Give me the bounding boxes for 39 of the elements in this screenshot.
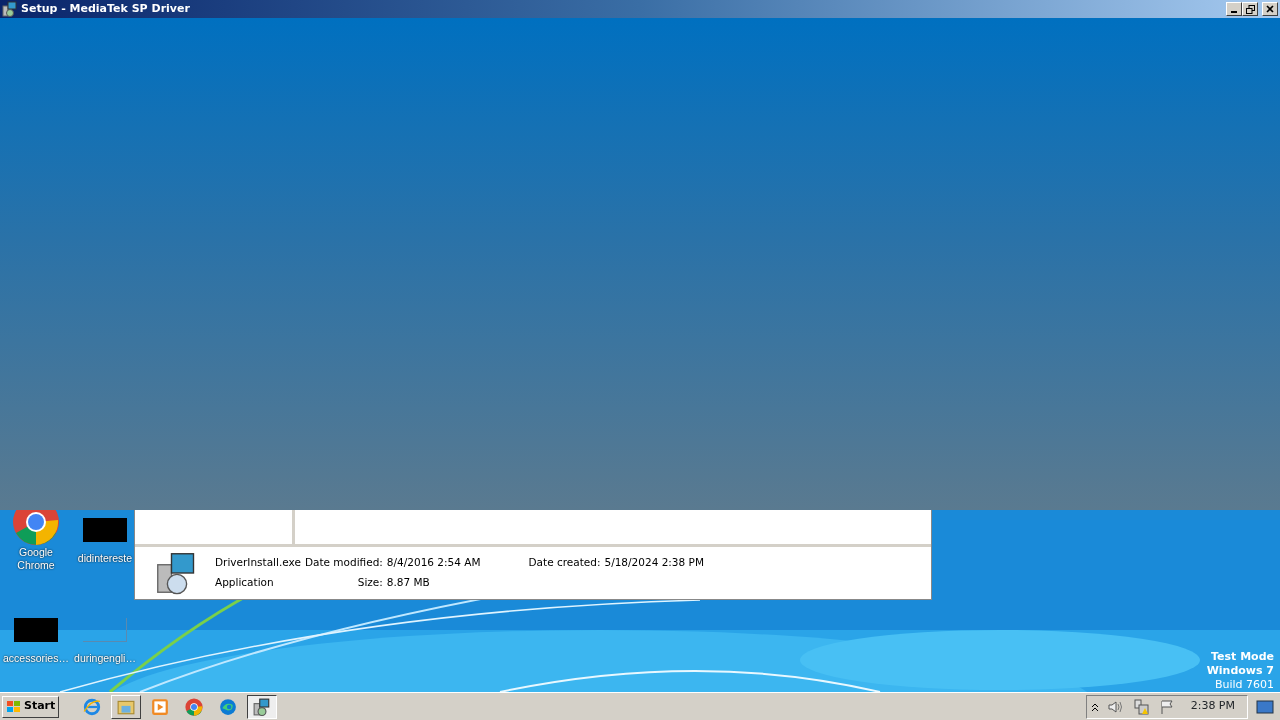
windows-logo-icon — [6, 699, 22, 714]
redacted-icon — [83, 518, 127, 542]
edge-icon — [219, 697, 238, 716]
chevron-up-icon[interactable] — [1090, 701, 1099, 712]
close-icon — [1266, 5, 1274, 13]
test-mode-label: Test Mode — [1210, 650, 1274, 664]
restore-button[interactable] — [1242, 2, 1258, 16]
redacted-icon — [14, 618, 58, 642]
start-button[interactable]: Start — [2, 695, 60, 718]
browser-icon — [83, 697, 102, 716]
monitor-icon — [1256, 700, 1274, 714]
os-version-label: Windows 7 — [1206, 664, 1274, 678]
close-button[interactable] — [1262, 2, 1278, 16]
desktop-icon[interactable]: didintereste — [77, 510, 133, 565]
blank-icon — [83, 618, 127, 642]
desktop-icon[interactable]: Google Chrome — [1, 510, 71, 572]
build-label: Build 7601 — [1213, 678, 1274, 692]
size-label: Size: — [356, 575, 383, 590]
minimize-button[interactable] — [1226, 2, 1242, 16]
chrome-icon — [12, 510, 60, 546]
desktop-icon[interactable]: accessories… — [1, 610, 71, 665]
date-created-value: 5/18/2024 2:38 PM — [604, 555, 704, 571]
size-value: 8.87 MB — [386, 575, 431, 590]
installer-icon — [2, 1, 18, 17]
taskbar-button[interactable] — [247, 694, 278, 719]
restore-icon — [1245, 4, 1255, 14]
date-modified-label: Date modified: — [304, 555, 383, 571]
media-player-icon — [151, 697, 170, 716]
clock[interactable]: 2:38 PM — [1190, 698, 1235, 715]
speaker-icon[interactable] — [1106, 698, 1125, 715]
date-created-label: Date created: — [528, 555, 601, 571]
window-title: Setup - MediaTek SP Driver — [21, 0, 190, 17]
installer-icon — [253, 697, 272, 716]
network-warning-icon[interactable] — [1132, 698, 1151, 715]
date-modified-value: 8/4/2016 2:54 AM — [386, 555, 482, 571]
flag-icon[interactable] — [1158, 698, 1175, 715]
file-name: DriverInstall.exe — [215, 555, 301, 571]
chrome-icon — [185, 697, 204, 716]
file-type: Application — [215, 575, 275, 590]
